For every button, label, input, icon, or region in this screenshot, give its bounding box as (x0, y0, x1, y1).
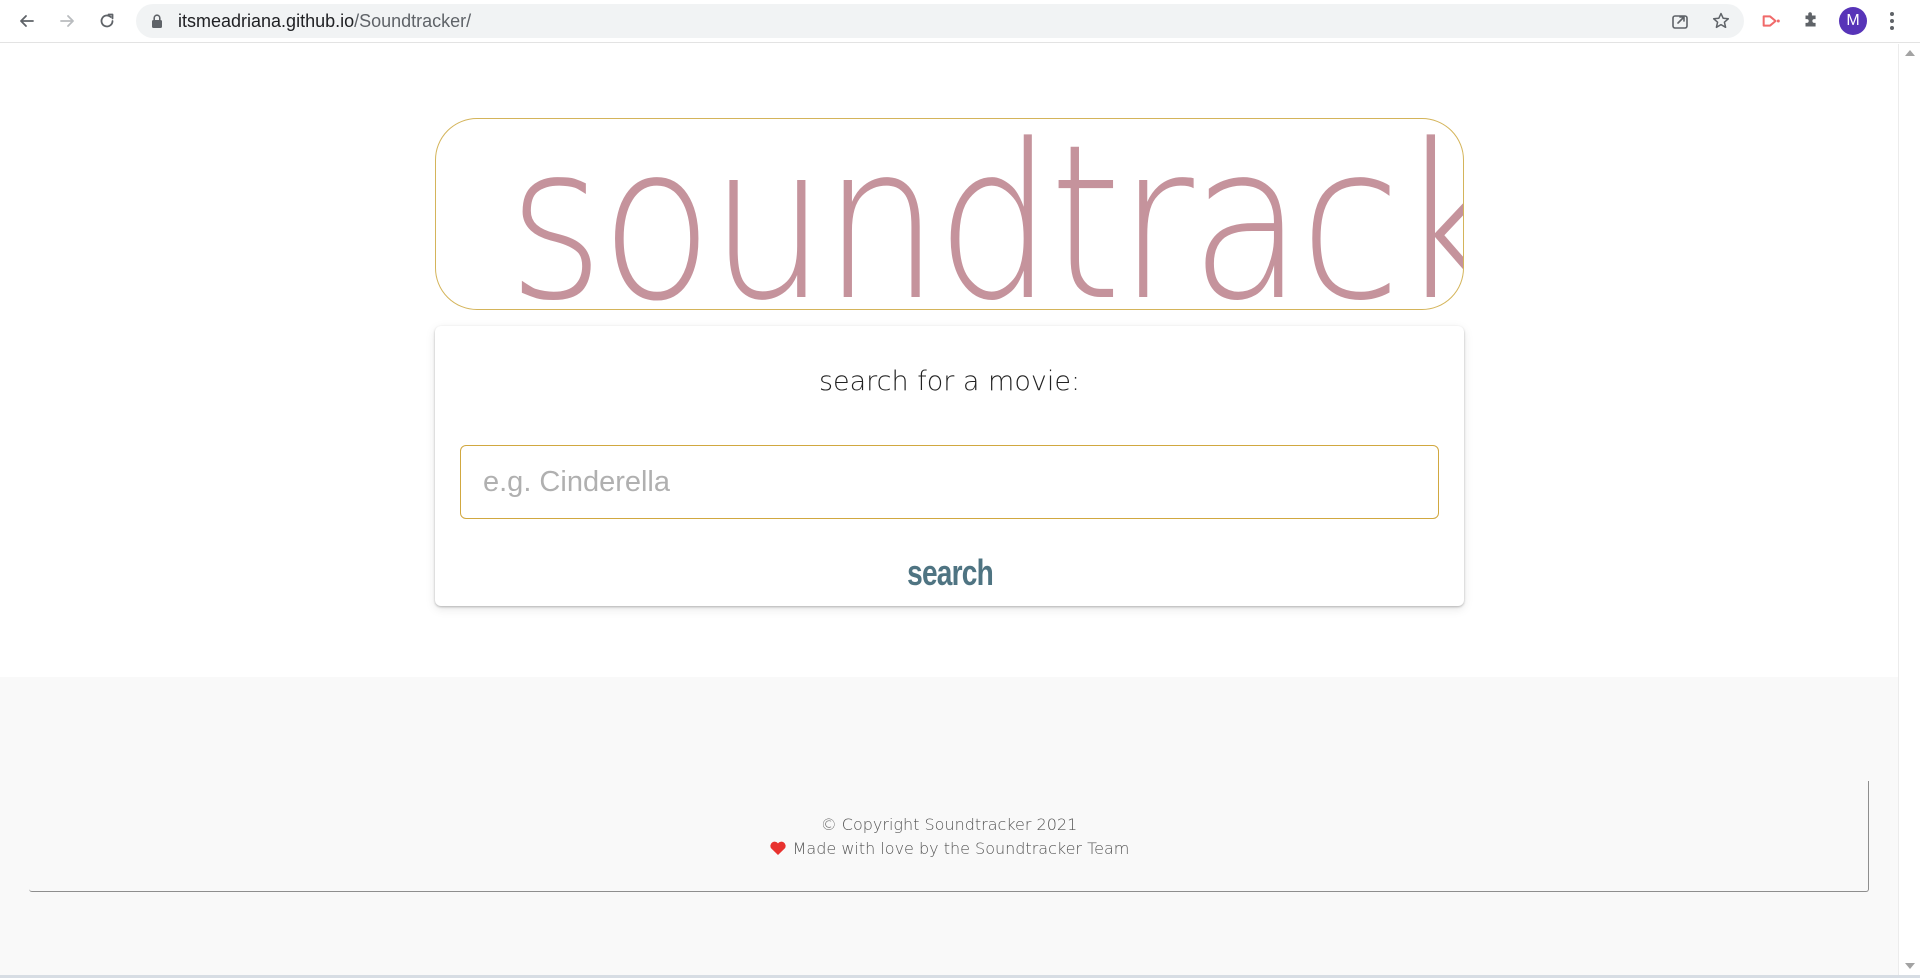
forward-button[interactable] (53, 7, 81, 35)
page-footer: © Copyright Soundtracker 2021 Made with … (0, 677, 1898, 978)
footer-frame (29, 781, 1869, 892)
heart-icon (770, 841, 786, 855)
more-vert-icon[interactable] (1880, 9, 1904, 33)
footer-credit: Made with love by the Soundtracker Team (0, 839, 1898, 858)
vertical-scrollbar[interactable] (1898, 44, 1920, 975)
url-text: itsmeadriana.github.io/Soundtracker/ (178, 4, 471, 38)
extensions-button[interactable] (1799, 9, 1823, 33)
reload-icon (100, 13, 114, 28)
lock-icon (152, 14, 162, 28)
footer-copyright: © Copyright Soundtracker 2021 (820, 815, 1078, 834)
extension-cast-button[interactable] (1759, 9, 1783, 33)
search-heading: search for a movie: (818, 366, 1081, 397)
back-button[interactable] (13, 7, 41, 35)
footer-made-with-text: Made with love by the Soundtracker Team (792, 839, 1130, 858)
reload-button[interactable] (93, 7, 121, 35)
share-icon[interactable] (1670, 11, 1690, 31)
puzzle-extensions-icon (1805, 12, 1816, 27)
search-card: search for a movie: search (435, 326, 1464, 606)
address-bar[interactable]: itsmeadriana.github.io/Soundtracker/ (136, 4, 1744, 38)
forward-arrow-icon (60, 15, 74, 27)
profile-avatar[interactable]: M (1839, 7, 1867, 35)
page-viewport: soundtracker search for a movie: search … (0, 44, 1898, 978)
back-arrow-icon (20, 15, 34, 27)
bookmark-star-icon[interactable] (1711, 11, 1731, 31)
url-path: /Soundtracker/ (354, 11, 472, 31)
search-button[interactable]: search (865, 551, 1035, 595)
search-button-label: search (907, 552, 994, 593)
site-logo: soundtracker (508, 118, 1463, 310)
scroll-up-icon[interactable] (1905, 50, 1915, 56)
logo-banner: soundtracker (435, 118, 1464, 310)
scroll-down-icon[interactable] (1905, 963, 1915, 969)
browser-toolbar: itsmeadriana.github.io/Soundtracker/ M (0, 0, 1920, 43)
movie-search-input[interactable] (460, 445, 1439, 519)
extension-cast-icon (1762, 15, 1780, 27)
url-host: itsmeadriana.github.io (178, 11, 355, 31)
